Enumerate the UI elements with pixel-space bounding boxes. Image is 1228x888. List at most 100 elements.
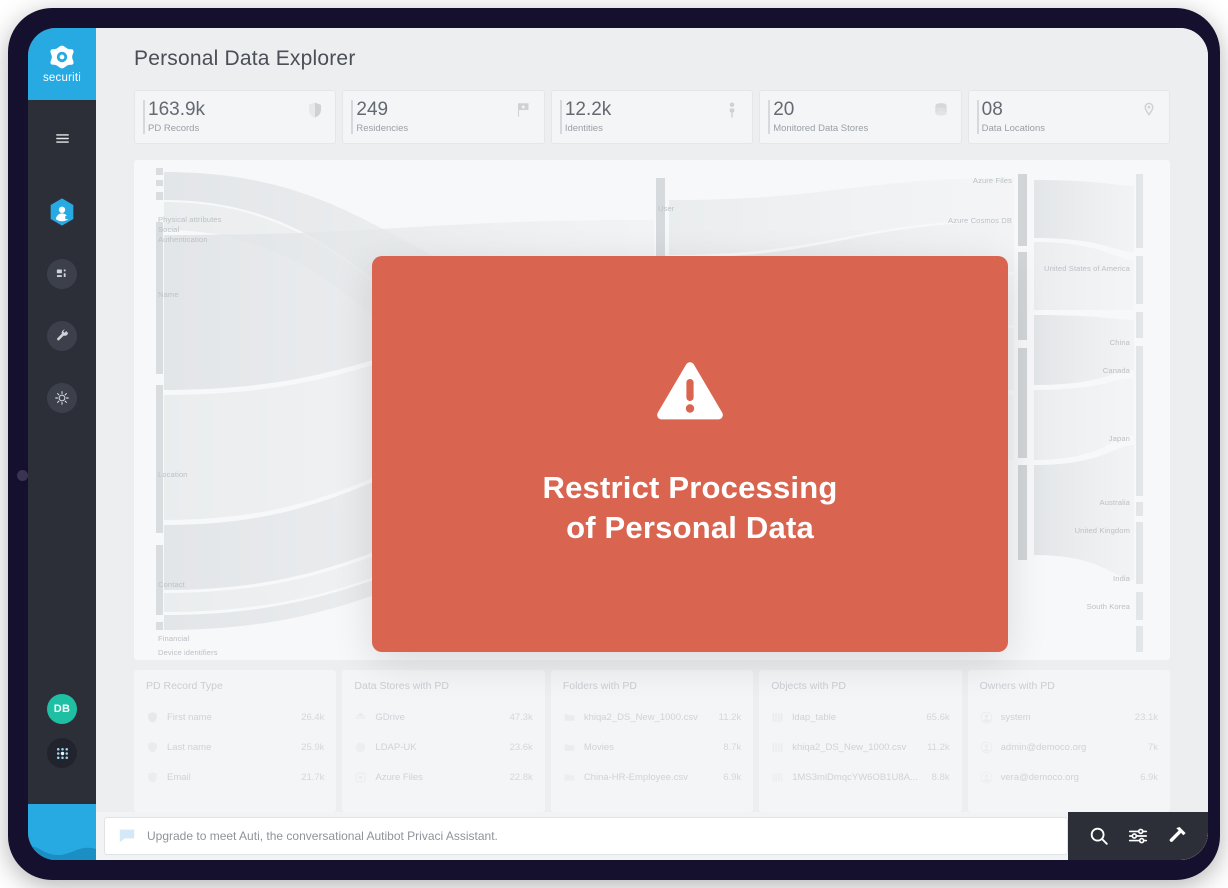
- stat-card-data-locations[interactable]: 08 Data Locations: [967, 90, 1171, 144]
- sidebar-item-dashboard[interactable]: [28, 248, 96, 300]
- record-type-icon: [146, 711, 159, 724]
- list-header: Owners with PD: [979, 680, 1055, 692]
- sidebar-item-settings[interactable]: [28, 372, 96, 424]
- main-content: Personal Data Explorer 163.9k PD Records…: [96, 28, 1208, 860]
- page-title: Personal Data Explorer: [134, 47, 356, 70]
- list-card-objects-with-pd: Objects with PD ldap_table 65.6k khiqa2_…: [759, 670, 962, 812]
- sankey-node-label: Azure Cosmos DB: [948, 216, 1012, 225]
- stat-label: Residencies: [356, 122, 409, 134]
- brand-name: securiti: [42, 72, 82, 84]
- list-item[interactable]: khiqa2_DS_New_1000.csv 11.2k: [563, 702, 741, 732]
- list-item[interactable]: Last name 25.9k: [146, 732, 324, 762]
- table-object-icon: [771, 741, 784, 754]
- list-item[interactable]: system 23.1k: [980, 702, 1158, 732]
- list-card-owners-with-pd: Owners with PD system 23.1k admin@democo…: [967, 670, 1171, 812]
- securiti-logo-icon: [49, 44, 75, 70]
- list-item[interactable]: khiqa2_DS_New_1000.csv 11.2k: [771, 732, 950, 762]
- list-item-name: khiqa2_DS_New_1000.csv: [583, 711, 698, 723]
- list-item[interactable]: vera@democo.org 6.9k: [980, 762, 1158, 792]
- list-item-value: 11.2k: [718, 711, 742, 723]
- folder-icon: [563, 741, 576, 754]
- list-item-value: 23.6k: [509, 741, 533, 753]
- list-item[interactable]: Email 21.7k: [146, 762, 324, 792]
- hammer-icon[interactable]: [1166, 825, 1188, 847]
- list-item[interactable]: First name 26.4k: [146, 702, 324, 732]
- list-item-name: admin@democo.org: [1000, 741, 1087, 753]
- hexagon-privacy-icon: [47, 197, 77, 227]
- list-item-name: Last name: [167, 741, 212, 753]
- list-card-pd-record-type: PD Record Type First name 26.4k Last nam…: [134, 670, 337, 812]
- folder-icon: [563, 711, 576, 724]
- restrict-processing-modal[interactable]: Restrict Processing of Personal Data: [372, 256, 1008, 652]
- owner-avatar-icon: [980, 711, 993, 724]
- avatar[interactable]: DB: [47, 694, 77, 724]
- camera-dot: [17, 470, 28, 481]
- modal-title-line-2: of Personal Data: [566, 510, 814, 545]
- identity-person-icon: [723, 101, 741, 119]
- list-header: Objects with PD: [771, 680, 846, 692]
- chat-bubble-icon: [117, 828, 137, 844]
- sankey-node-label: Physical attributes: [158, 215, 222, 224]
- list-item[interactable]: 1MS3miDmqcYW6OB1U8A... 8.8k: [771, 762, 950, 792]
- folder-icon: [563, 771, 576, 784]
- list-item[interactable]: China-HR-Employee.csv 6.9k: [563, 762, 741, 792]
- list-item[interactable]: LDAP-UK 23.6k: [354, 732, 533, 762]
- brand-logo[interactable]: securiti: [28, 28, 96, 100]
- search-icon[interactable]: [1088, 825, 1110, 847]
- gear-settings-icon: [47, 383, 77, 413]
- chat-bar: Upgrade to meet Auti, the conversational…: [96, 812, 1208, 860]
- list-header: Folders with PD: [562, 680, 637, 692]
- shield-data-icon: [306, 101, 324, 119]
- list-item[interactable]: Movies 8.7k: [563, 732, 741, 762]
- list-item-value: 26.4k: [301, 711, 325, 723]
- list-item[interactable]: ldap_table 65.6k: [771, 702, 950, 732]
- sliders-filter-icon[interactable]: [1127, 825, 1149, 847]
- sidebar-toggle-button[interactable]: [28, 112, 96, 164]
- list-card-folders-with-pd: Folders with PD khiqa2_DS_New_1000.csv 1…: [550, 670, 754, 812]
- list-header: PD Record Type: [146, 680, 223, 692]
- page-header: Personal Data Explorer: [96, 28, 1208, 90]
- avatar-initials: DB: [53, 703, 71, 715]
- chat-input[interactable]: Upgrade to meet Auti, the conversational…: [104, 817, 1068, 855]
- sidebar-item-privacy-center[interactable]: [28, 186, 96, 238]
- list-item-value: 8.8k: [931, 771, 950, 783]
- app-screen: securiti DB Personal Data Explorer 163.9…: [28, 28, 1208, 860]
- list-item[interactable]: Azure Files 22.8k: [354, 762, 533, 792]
- list-item-value: 11.2k: [927, 741, 950, 753]
- list-item-name: GDrive: [375, 711, 405, 723]
- list-item[interactable]: GDrive 47.3k: [354, 702, 533, 732]
- list-item-name: China-HR-Employee.csv: [583, 771, 688, 783]
- data-store-icon: [354, 741, 367, 754]
- list-item[interactable]: admin@democo.org 7k: [980, 732, 1158, 762]
- list-item-name: 1MS3miDmqcYW6OB1U8A...: [792, 771, 918, 783]
- list-item-name: Movies: [583, 741, 614, 753]
- stat-card-residencies[interactable]: 249 Residencies: [342, 90, 545, 144]
- sankey-node-label: User: [658, 204, 675, 213]
- list-item-name: LDAP-UK: [375, 741, 417, 753]
- list-item-name: system: [1000, 711, 1031, 723]
- table-object-icon: [771, 711, 784, 724]
- stats-row: 163.9k PD Records 249 Residencies 12.2k …: [96, 90, 1208, 152]
- list-item-value: 21.7k: [301, 771, 325, 783]
- apps-grid-icon[interactable]: [47, 738, 77, 768]
- stat-label: Monitored Data Stores: [773, 122, 869, 134]
- stat-value: 249: [356, 99, 389, 121]
- list-item-name: vera@democo.org: [1000, 771, 1079, 783]
- sankey-node-label: Authentication: [158, 235, 208, 244]
- modal-title-line-1: Restrict Processing: [542, 469, 838, 505]
- stat-card-pd-records[interactable]: 163.9k PD Records: [134, 90, 337, 144]
- sankey-node-label: Azure Files: [972, 176, 1012, 185]
- list-card-data-stores-with-pd: Data Stores with PD GDrive 47.3k LDAP-UK: [342, 670, 545, 812]
- chat-actions: [1068, 812, 1208, 860]
- owner-avatar-icon: [980, 771, 993, 784]
- database-icon: [932, 101, 950, 119]
- list-item-value: 7k: [1147, 741, 1159, 753]
- list-item-name: Azure Files: [375, 771, 423, 783]
- stat-card-identities[interactable]: 12.2k Identities: [550, 90, 754, 144]
- list-item-value: 47.3k: [509, 711, 533, 723]
- sankey-node-label: Location: [158, 470, 188, 479]
- sidebar-item-tools[interactable]: [28, 310, 96, 362]
- record-type-icon: [146, 741, 159, 754]
- stat-card-monitored-data-stores[interactable]: 20 Monitored Data Stores: [759, 90, 962, 144]
- stat-label: Data Locations: [981, 122, 1045, 134]
